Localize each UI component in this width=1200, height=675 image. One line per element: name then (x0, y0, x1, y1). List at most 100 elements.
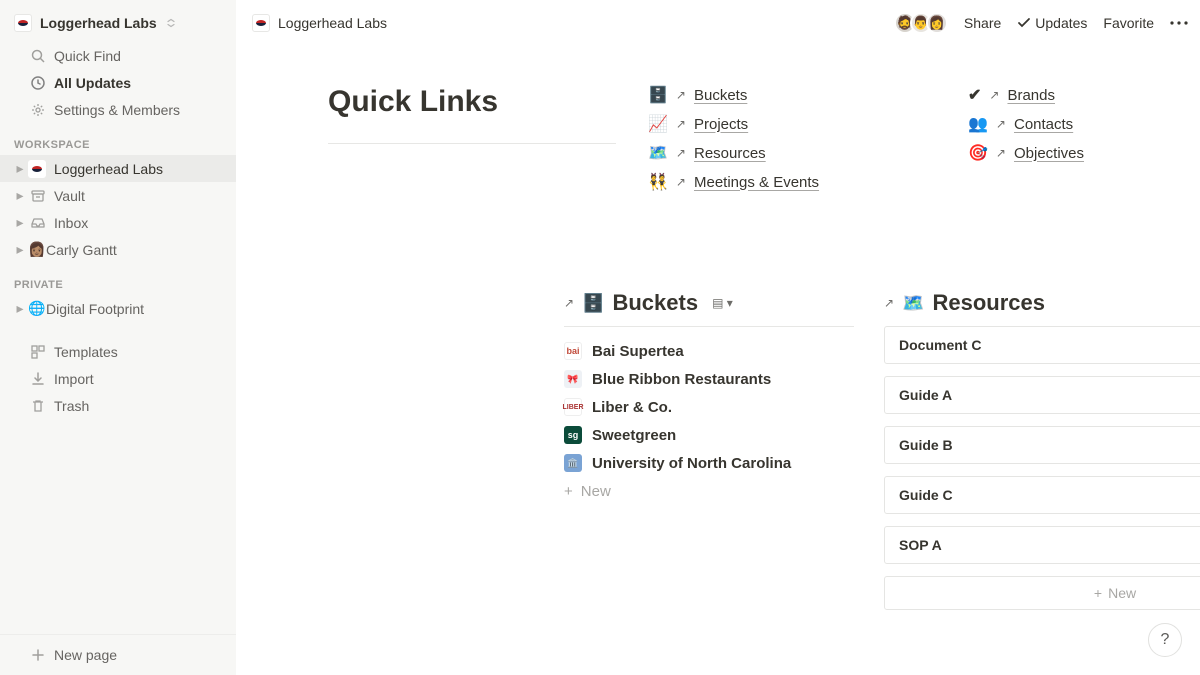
bucket-new[interactable]: +New (564, 477, 854, 506)
updown-icon (165, 17, 177, 29)
quicklinks-col-1: 🗄️↗Buckets 📈↗Projects 🗺️↗Resources 👯↗Mee… (648, 85, 938, 192)
gear-icon (28, 100, 48, 120)
map-icon: 🗺️ (648, 143, 668, 163)
breadcrumb[interactable]: Loggerhead Labs (252, 14, 387, 32)
sidebar-trash[interactable]: Trash (0, 392, 236, 419)
arrow-icon: ↗ (996, 146, 1006, 160)
help-button[interactable]: ? (1148, 623, 1182, 657)
arrow-icon: ↗ (676, 175, 686, 189)
quicklink-resources[interactable]: 🗺️↗Resources (648, 143, 938, 163)
resource-card[interactable]: SOP A (884, 526, 1200, 564)
brand-icon: 🏛️ (564, 454, 582, 472)
chevron-right-icon[interactable]: ▸ (14, 190, 26, 202)
chevron-right-icon[interactable]: ▸ (14, 217, 26, 229)
arrow-icon: ↗ (996, 117, 1006, 131)
share-button[interactable]: Share (964, 15, 1001, 31)
resource-card[interactable]: Guide B (884, 426, 1200, 464)
brand-icon: LIBER (564, 398, 582, 416)
avatar: 👩 (926, 12, 948, 34)
buckets-section: ↗ 🗄️ Buckets ▤ ▾ baiBai Supertea 🎀Blue R… (564, 290, 854, 506)
brand-icon: sg (564, 426, 582, 444)
main: Loggerhead Labs 🧔 👨 👩 Share Updates Favo… (236, 0, 1200, 675)
quicklink-objectives[interactable]: 🎯↗Objectives (968, 143, 1200, 163)
bucket-item[interactable]: sgSweetgreen (564, 421, 854, 449)
people-icon: 👯 (648, 172, 668, 192)
globe-icon: 🌐 (28, 300, 46, 318)
inbox-icon (28, 213, 48, 233)
dots-icon (1170, 16, 1188, 30)
topbar: Loggerhead Labs 🧔 👨 👩 Share Updates Favo… (236, 0, 1200, 45)
bucket-item[interactable]: 🏛️University of North Carolina (564, 449, 854, 477)
arrow-icon: ↗ (676, 117, 686, 131)
view-options[interactable]: ▤ ▾ (712, 296, 733, 310)
updates-button[interactable]: Updates (1017, 15, 1087, 31)
check-icon (1017, 16, 1031, 30)
page-icon (28, 160, 46, 178)
resource-card[interactable]: Document C (884, 326, 1200, 364)
arrow-icon: ↗ (676, 146, 686, 160)
bucket-item[interactable]: baiBai Supertea (564, 337, 854, 365)
chevron-right-icon[interactable]: ▸ (14, 303, 26, 315)
chart-icon: 📈 (648, 114, 668, 134)
resource-card[interactable]: Guide C (884, 476, 1200, 514)
map-icon: 🗺️ (902, 293, 924, 314)
resources-section: ↗ 🗺️ Resources Document C Guide A Guide … (884, 290, 1200, 610)
swoosh-icon: ✔︎ (968, 85, 981, 105)
divider (564, 326, 854, 327)
new-page-button[interactable]: New page (0, 635, 236, 675)
import-icon (28, 369, 48, 389)
sidebar-item-vault[interactable]: ▸ Vault (0, 182, 236, 209)
workspace-logo-icon (14, 14, 32, 32)
section-title[interactable]: Buckets (612, 290, 698, 316)
section-title[interactable]: Resources (932, 290, 1045, 316)
quicklink-buckets[interactable]: 🗄️↗Buckets (648, 85, 938, 105)
favorite-button[interactable]: Favorite (1103, 15, 1154, 31)
sidebar: Loggerhead Labs Quick Find All Updates S… (0, 0, 236, 675)
sidebar-item-digital-footprint[interactable]: ▸ 🌐 Digital Footprint (0, 295, 236, 322)
more-button[interactable] (1170, 16, 1188, 30)
section-label-workspace: WORKSPACE (0, 123, 236, 155)
clock-icon (28, 73, 48, 93)
plus-icon: + (564, 483, 573, 500)
plus-icon (28, 645, 48, 665)
workspace-switcher[interactable]: Loggerhead Labs (0, 0, 236, 42)
page-icon (252, 14, 270, 32)
arrow-icon: ↗ (676, 88, 686, 102)
quicklink-meetings[interactable]: 👯↗Meetings & Events (648, 172, 938, 192)
quicklink-projects[interactable]: 📈↗Projects (648, 114, 938, 134)
workspace-name: Loggerhead Labs (40, 15, 157, 31)
bucket-item[interactable]: LIBERLiber & Co. (564, 393, 854, 421)
divider (328, 143, 616, 144)
bucket-item[interactable]: 🎀Blue Ribbon Restaurants (564, 365, 854, 393)
sidebar-import[interactable]: Import (0, 365, 236, 392)
arrow-icon: ↗ (989, 88, 999, 102)
contacts-icon: 👥 (968, 114, 988, 134)
sidebar-item-inbox[interactable]: ▸ Inbox (0, 209, 236, 236)
target-icon: 🎯 (968, 143, 988, 163)
settings-members[interactable]: Settings & Members (0, 96, 236, 123)
sidebar-item-loggerhead[interactable]: ▸ Loggerhead Labs (0, 155, 236, 182)
section-label-private: PRIVATE (0, 263, 236, 295)
quicklink-contacts[interactable]: 👥↗Contacts (968, 114, 1200, 134)
chevron-right-icon[interactable]: ▸ (14, 244, 26, 256)
resource-card[interactable]: Guide A (884, 376, 1200, 414)
avatar-icon: 👩🏽 (28, 241, 46, 259)
plus-icon: + (1094, 585, 1102, 601)
quicklink-brands[interactable]: ✔︎↗Brands (968, 85, 1200, 105)
trash-icon (28, 396, 48, 416)
brand-icon: bai (564, 342, 582, 360)
sidebar-templates[interactable]: Templates (0, 338, 236, 365)
resources-new[interactable]: +New (884, 576, 1200, 610)
search-icon (28, 46, 48, 66)
quicklinks-col-2: ✔︎↗Brands 👥↗Contacts 🎯↗Objectives (968, 85, 1200, 192)
arrow-icon: ↗ (884, 296, 894, 310)
page-title: Quick Links (328, 85, 618, 119)
templates-icon (28, 342, 48, 362)
chevron-right-icon[interactable]: ▸ (14, 163, 26, 175)
brand-icon: 🎀 (564, 370, 582, 388)
sidebar-item-carly[interactable]: ▸ 👩🏽 Carly Gantt (0, 236, 236, 263)
quick-find[interactable]: Quick Find (0, 42, 236, 69)
db-icon: 🗄️ (582, 293, 604, 314)
all-updates[interactable]: All Updates (0, 69, 236, 96)
presence-avatars[interactable]: 🧔 👨 👩 (894, 12, 948, 34)
